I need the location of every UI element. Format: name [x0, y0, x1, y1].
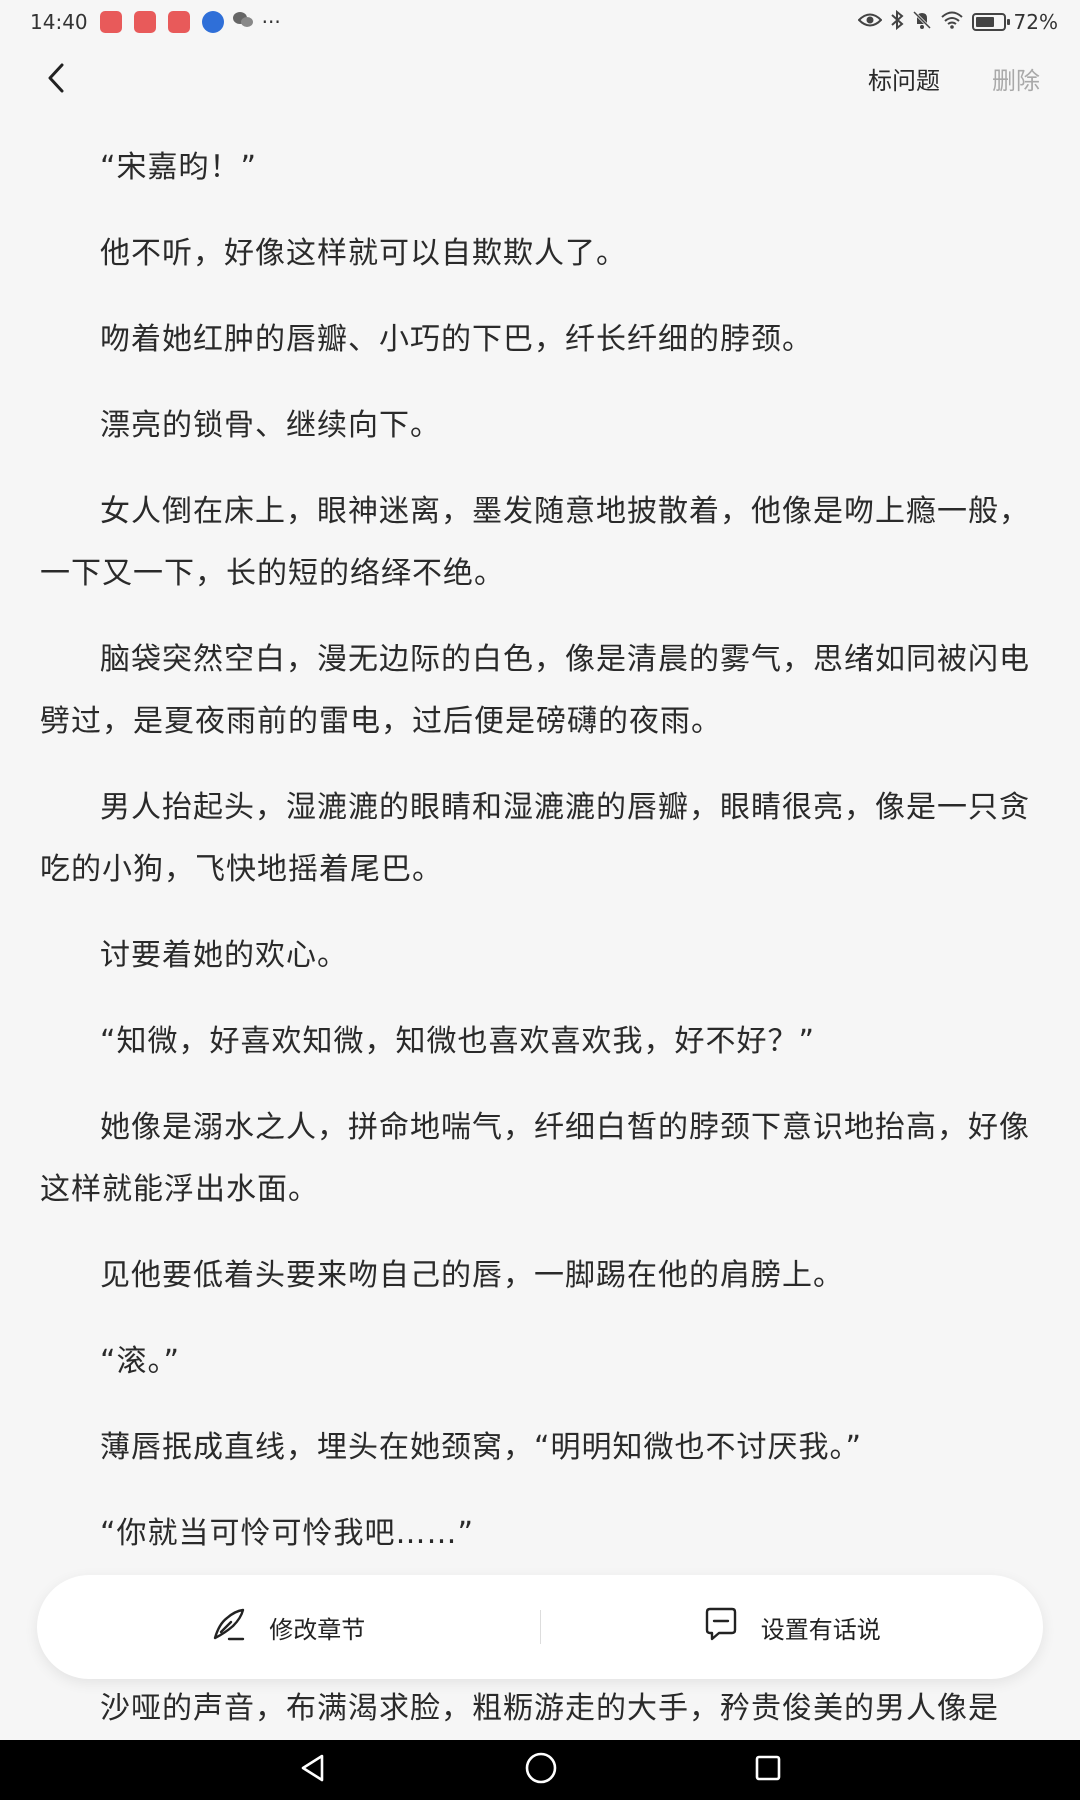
paragraph: 沙哑的声音，布满渴求脸，粗粝游走的大手，矜贵俊美的男人像是 — [100, 1691, 999, 1726]
home-nav-icon[interactable] — [524, 1751, 558, 1789]
battery-level — [975, 17, 995, 27]
paragraph: 漂亮的锁骨、继续向下。 — [100, 408, 441, 443]
paragraph: 吻着她红肿的唇瓣、小巧的下巴，纤长纤细的脖颈。 — [100, 322, 813, 357]
chapter-content: “宋嘉昀！” 他不听，好像这样就可以自欺欺人了。 吻着她红肿的唇瓣、小巧的下巴，… — [40, 137, 1030, 1589]
comment-icon — [703, 1606, 739, 1648]
app-notification-icon — [201, 11, 224, 33]
more-notifications: ··· — [261, 10, 281, 34]
app-notification-icon — [133, 11, 156, 33]
app-notification-icon — [167, 11, 190, 33]
status-bar: 14:40 ··· 72% — [0, 0, 1080, 44]
bluetooth-icon — [890, 9, 904, 35]
recents-nav-icon[interactable] — [754, 1754, 782, 1786]
wifi-icon — [940, 10, 964, 34]
paragraph: 女人倒在床上，眼神迷离，墨发随意地披散着，他像是吻上瘾一般，一下又一下，长的短的… — [40, 494, 1030, 591]
nav-actions: 标问题 删除 — [868, 61, 1040, 96]
paragraph: “知微，好喜欢知微，知微也喜欢喜欢我，好不好？” — [100, 1024, 816, 1059]
mark-issue-button[interactable]: 标问题 — [868, 61, 940, 96]
paragraph: 脑袋突然空白，漫无边际的白色，像是清晨的雾气，思绪如同被闪电劈过，是夏夜雨前的雷… — [40, 642, 1030, 739]
back-nav-icon[interactable] — [298, 1753, 328, 1787]
author-note-label: 设置有话说 — [760, 1615, 881, 1644]
status-left: 14:40 ··· — [30, 10, 281, 35]
pen-icon — [211, 1606, 247, 1648]
delete-button[interactable]: 删除 — [992, 61, 1040, 96]
paragraph: “你就当可怜可怜我吧……” — [100, 1516, 475, 1551]
battery-percent: 72% — [1013, 10, 1058, 34]
paragraph: “滚。” — [100, 1344, 181, 1379]
status-time: 14:40 — [30, 10, 88, 34]
paragraph: 见他要低着头要来吻自己的唇，一脚踢在他的肩膀上。 — [100, 1258, 844, 1293]
paragraph: “宋嘉昀！” — [100, 150, 258, 185]
eye-icon — [857, 10, 882, 34]
edit-chapter-label: 修改章节 — [269, 1615, 366, 1644]
paragraph: 她像是溺水之人，拼命地喘气，纤细白皙的脖颈下意识地抬高，好像这样就能浮出水面。 — [40, 1110, 1030, 1207]
paragraph: 薄唇抿成直线，埋头在她颈窝，“明明知微也不讨厌我。” — [100, 1430, 863, 1465]
back-icon[interactable] — [38, 58, 74, 98]
wechat-icon — [232, 10, 254, 35]
paragraph: 讨要着她的欢心。 — [100, 938, 348, 973]
system-nav-bar — [0, 1740, 1080, 1800]
battery-icon — [971, 13, 1010, 31]
top-nav: 标问题 删除 — [0, 50, 1080, 106]
status-right: 72% — [857, 9, 1058, 35]
edit-chapter-button[interactable]: 修改章节 — [37, 1575, 540, 1679]
app-notification-icon — [99, 11, 122, 33]
author-note-button[interactable]: 设置有话说 — [541, 1575, 1044, 1679]
chapter-action-bar: 修改章节 设置有话说 — [37, 1575, 1043, 1679]
paragraph: 男人抬起头，湿漉漉的眼睛和湿漉漉的唇瓣，眼睛很亮，像是一只贪吃的小狗，飞快地摇着… — [40, 790, 1030, 887]
bell-muted-icon — [912, 10, 932, 35]
paragraph: 他不听，好像这样就可以自欺欺人了。 — [100, 236, 627, 271]
